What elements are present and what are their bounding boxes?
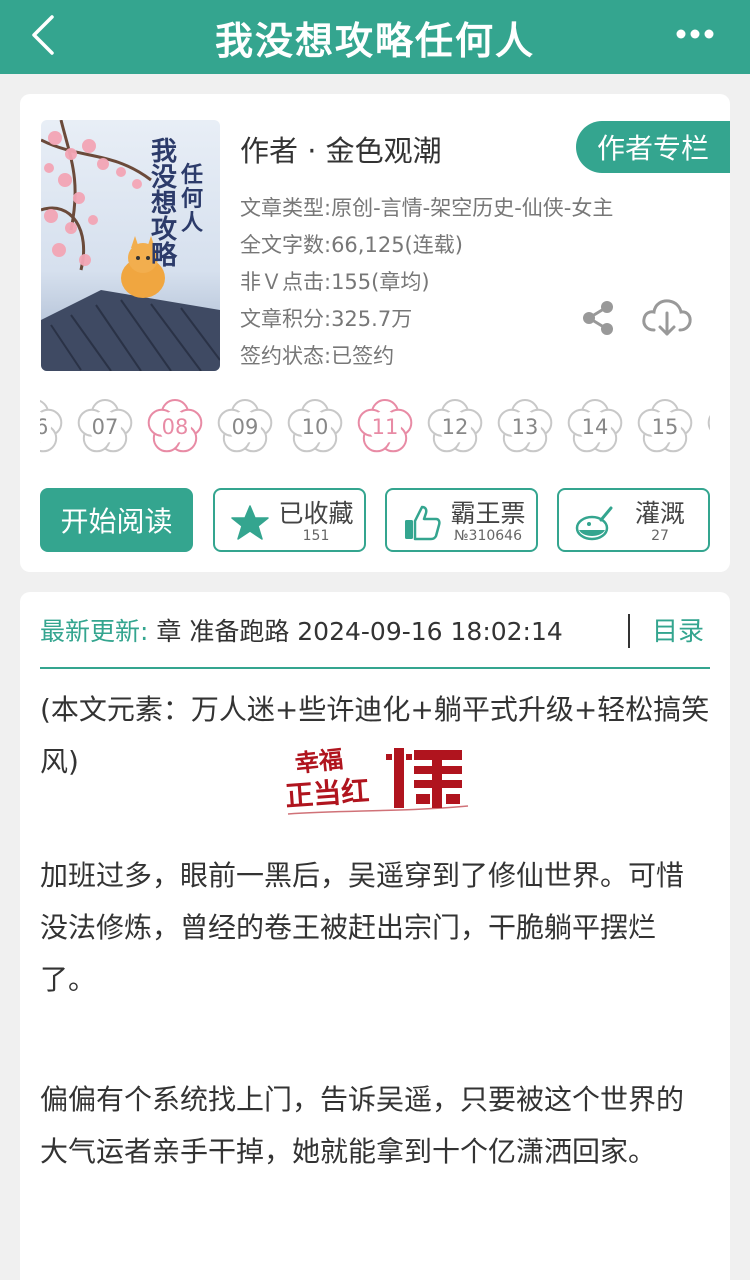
water-label: 灌溉	[634, 499, 685, 528]
water-button[interactable]: 灌溉 27	[557, 488, 710, 552]
flower-level-14: 14	[564, 396, 626, 458]
book-cover[interactable]: 我 没 想 攻 略 任 何 人	[41, 120, 220, 371]
start-reading-button[interactable]: 开始阅读	[40, 488, 193, 552]
water-count: 27	[651, 528, 669, 544]
flower-level-label: 11	[371, 415, 399, 439]
flower-level-label: 12	[441, 415, 469, 439]
flower-level-label: 15	[651, 415, 679, 439]
thumbs-up-icon	[405, 505, 441, 541]
ticket-count: №310646	[453, 528, 522, 544]
flower-level-label: 13	[511, 415, 539, 439]
chevron-left-icon	[32, 15, 54, 55]
svg-text:略: 略	[151, 240, 178, 271]
latest-update-value: 章 准备跑路 2024-09-16 18:02:14	[148, 617, 563, 646]
ticket-button[interactable]: 霸王票 №310646	[385, 488, 538, 552]
flower-level-16: 16	[704, 396, 710, 458]
meta-word-count: 全文字数:66,125(连载)	[240, 233, 463, 257]
divider	[628, 614, 630, 648]
page-title: 我没想攻略任何人	[214, 18, 535, 63]
book-meta: 文章类型:原创-言情-架空历史-仙侠-女主 全文字数:66,125(连载) 非Ｖ…	[240, 190, 720, 375]
favorite-button[interactable]: 已收藏 151	[213, 488, 366, 552]
svg-text:何: 何	[181, 186, 203, 212]
watering-can-icon	[575, 506, 613, 541]
latest-update-label: 最新更新:	[40, 617, 149, 646]
flower-level-label: 14	[581, 415, 609, 439]
flower-level-label: 09	[231, 415, 259, 439]
more-dots-icon	[676, 29, 714, 39]
back-button[interactable]	[18, 10, 68, 60]
share-icon	[583, 301, 613, 335]
flower-level-label: 06	[40, 415, 49, 439]
latest-update[interactable]: 最新更新: 章 准备跑路 2024-09-16 18:02:14	[40, 612, 610, 652]
meta-sign-status: 签约状态:已签约	[240, 344, 395, 368]
download-button[interactable]	[640, 296, 694, 340]
author-column-button[interactable]: 作者专栏	[576, 121, 730, 173]
flower-level-label: 07	[91, 415, 119, 439]
share-button[interactable]	[580, 298, 616, 338]
svg-text:人: 人	[181, 210, 203, 236]
divider-line	[40, 667, 710, 669]
flower-level-row: 06 07 08 09 10 11 12 13 14 15 16	[40, 394, 710, 464]
intro-paragraph-2: 偏偏有个系统找上门，告诉吴遥，只要被这个世界的大气运者亲手干掉，她就能拿到十个亿…	[40, 1083, 685, 1168]
favorite-count: 151	[302, 528, 330, 544]
author-name[interactable]: 作者 · 金色观潮	[240, 128, 442, 170]
meta-genre: 文章类型:原创-言情-架空历史-仙侠-女主	[240, 196, 614, 220]
flower-level-11: 11	[354, 396, 416, 458]
description-card: 最新更新: 章 准备跑路 2024-09-16 18:02:14 目录 (本文元…	[20, 592, 730, 1280]
flower-level-15: 15	[634, 396, 696, 458]
toc-link[interactable]: 目录	[652, 612, 704, 652]
stamp-text-popular: 正当红	[284, 774, 370, 813]
stamp-text-happiness: 幸福	[294, 744, 345, 778]
favorite-label: 已收藏	[278, 499, 354, 528]
flower-level-label: 10	[301, 415, 329, 439]
cloud-download-icon	[642, 299, 692, 336]
flower-level-label: 08	[161, 415, 189, 439]
flower-level-label: 16	[704, 396, 710, 458]
flower-level-09: 09	[214, 396, 276, 458]
book-info-card: 我 没 想 攻 略 任 何 人 作者 · 金色观潮 作者专栏 文章类型:原创-言…	[20, 94, 730, 572]
flower-level-12: 12	[424, 396, 486, 458]
flower-level-10: 10	[284, 396, 346, 458]
flower-level-06: 06	[40, 396, 66, 458]
top-bar: 我没想攻略任何人	[0, 0, 750, 74]
ticket-label: 霸王票	[450, 499, 526, 528]
intro-paragraph-1: 加班过多，眼前一黑后，吴遥穿到了修仙世界。可惜没法修炼，曾经的卷王被赶出宗门，干…	[40, 859, 685, 996]
flower-level-13: 13	[494, 396, 556, 458]
more-button[interactable]	[670, 14, 720, 54]
stamp-image: 幸福 正当红	[284, 744, 469, 815]
flower-level-08: 08	[144, 396, 206, 458]
svg-text:任: 任	[180, 162, 203, 188]
star-icon	[231, 505, 269, 540]
flower-level-07: 07	[74, 396, 136, 458]
